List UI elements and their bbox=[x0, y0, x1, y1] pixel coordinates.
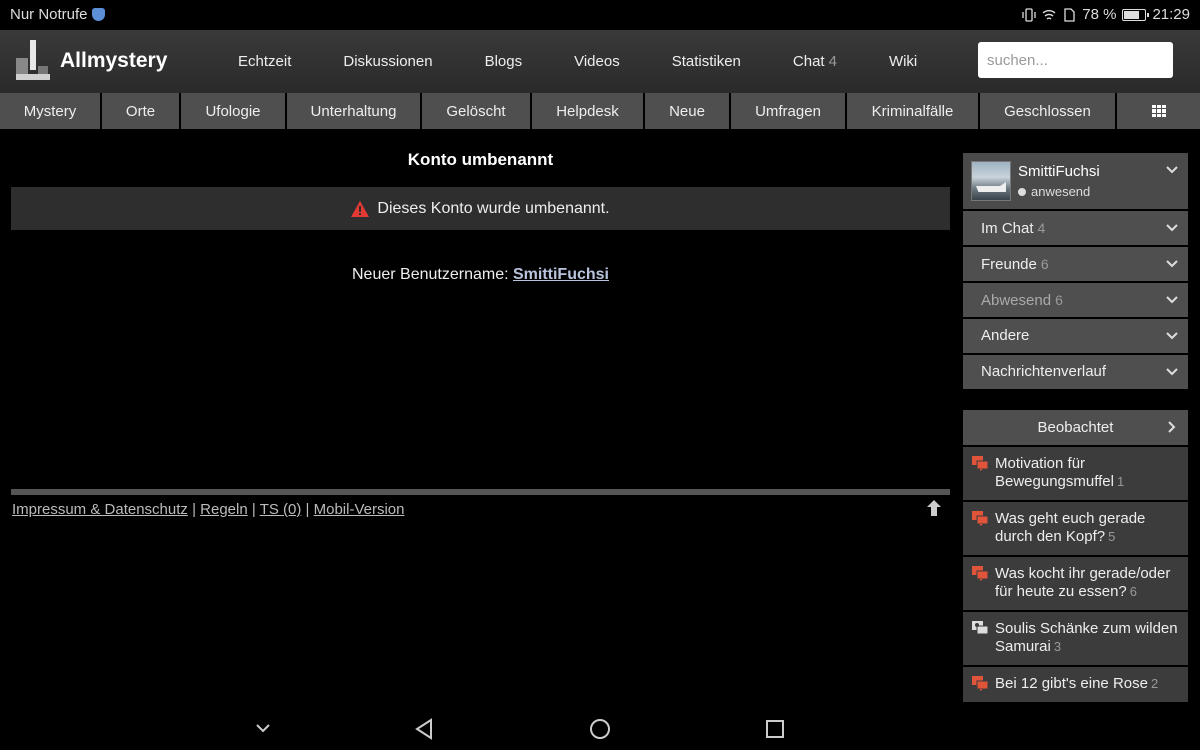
category-more[interactable] bbox=[1117, 93, 1200, 129]
nav-blogs[interactable]: Blogs bbox=[459, 53, 549, 70]
vibrate-icon bbox=[1022, 7, 1036, 22]
chevron-down-icon bbox=[1166, 332, 1178, 340]
category-umfragen[interactable]: Umfragen bbox=[731, 93, 847, 129]
search-input[interactable] bbox=[978, 42, 1173, 78]
user-sidebar: SmittiFuchsi anwesend Im Chat 4 Freunde 6 … bbox=[963, 153, 1188, 389]
status-bar: Nur Notrufe 78 % 21:29 bbox=[0, 0, 1200, 30]
sidebar-item-nachrichtenverlauf[interactable]: Nachrichtenverlauf bbox=[963, 355, 1188, 389]
nav-statistiken[interactable]: Statistiken bbox=[646, 53, 767, 70]
footer-link-mobil[interactable]: Mobil-Version bbox=[314, 501, 405, 518]
chevron-right-icon bbox=[1168, 421, 1176, 433]
watched-item[interactable]: Motivation für Bewegungsmuffel 1 bbox=[963, 447, 1188, 500]
discussion-icon bbox=[972, 566, 988, 581]
watched-header[interactable]: Beobachtet bbox=[963, 410, 1188, 445]
home-icon[interactable] bbox=[589, 718, 611, 740]
sidebar-item-freunde[interactable]: Freunde 6 bbox=[963, 247, 1188, 281]
alert-text: Dieses Konto wurde umbenannt. bbox=[377, 199, 610, 217]
nav-wiki[interactable]: Wiki bbox=[863, 53, 943, 70]
watched-item[interactable]: Was kocht ihr gerade/oder für heute zu e… bbox=[963, 557, 1188, 610]
user-panel[interactable]: SmittiFuchsi anwesend bbox=[963, 153, 1188, 209]
recent-apps-icon[interactable] bbox=[764, 718, 786, 740]
sim-icon bbox=[1064, 7, 1075, 22]
chevron-down-icon bbox=[1166, 260, 1178, 268]
footer-link-impressum[interactable]: Impressum & Datenschutz bbox=[12, 501, 188, 518]
warning-icon bbox=[351, 200, 370, 217]
sidebar-item-andere[interactable]: Andere bbox=[963, 319, 1188, 353]
battery-percent: 78 % bbox=[1082, 6, 1117, 23]
rename-alert: Dieses Konto wurde umbenannt. bbox=[11, 187, 950, 230]
footer-separator: | bbox=[192, 501, 196, 518]
category-ufologie[interactable]: Ufologie bbox=[181, 93, 287, 129]
category-mystery[interactable]: Mystery bbox=[0, 93, 102, 129]
android-nav-bar bbox=[0, 708, 1200, 750]
grid-menu-icon bbox=[1151, 105, 1166, 117]
brand-name[interactable]: Allmystery bbox=[60, 49, 167, 73]
watched-title: Beobachtet bbox=[1037, 419, 1114, 436]
category-unterhaltung[interactable]: Unterhaltung bbox=[287, 93, 422, 129]
footer-separator: | bbox=[305, 501, 310, 518]
discussion-icon bbox=[972, 511, 988, 526]
new-username-link[interactable]: SmittiFuchsi bbox=[513, 266, 609, 283]
category-geschlossen[interactable]: Geschlossen bbox=[980, 93, 1117, 129]
category-geloescht[interactable]: Gelöscht bbox=[422, 93, 532, 129]
category-bar: Mystery Orte Ufologie Unterhaltung Gelös… bbox=[0, 93, 1200, 129]
new-username-line: Neuer Benutzername: SmittiFuchsi bbox=[11, 266, 950, 284]
shield-icon bbox=[91, 8, 105, 21]
clock: 21:29 bbox=[1152, 6, 1190, 23]
chevron-down-icon[interactable] bbox=[1166, 166, 1178, 174]
allmystery-logo-icon[interactable] bbox=[16, 40, 50, 84]
watched-item[interactable]: Bei 12 gibt's eine Rose 2 bbox=[963, 667, 1188, 702]
watched-item[interactable]: Was geht euch gerade durch den Kopf? 5 bbox=[963, 502, 1188, 555]
new-username-label: Neuer Benutzername: bbox=[352, 266, 509, 283]
back-icon[interactable] bbox=[414, 718, 434, 740]
footer-link-ts[interactable]: TS (0) bbox=[260, 501, 302, 518]
sidebar-item-im-chat[interactable]: Im Chat 4 bbox=[963, 211, 1188, 245]
carrier-text: Nur Notrufe bbox=[10, 6, 88, 23]
collapse-down-icon[interactable] bbox=[254, 718, 272, 738]
nav-echtzeit[interactable]: Echtzeit bbox=[212, 53, 317, 70]
page-title: Konto umbenannt bbox=[407, 150, 554, 169]
nav-diskussionen[interactable]: Diskussionen bbox=[317, 53, 458, 70]
watched-panel: Beobachtet Motivation für Bewegungsmuffe… bbox=[963, 410, 1188, 702]
chevron-down-icon bbox=[1166, 368, 1178, 376]
nav-chat[interactable]: Chat 4 bbox=[767, 53, 863, 70]
sidebar-item-abwesend[interactable]: Abwesend 6 bbox=[963, 283, 1188, 317]
avatar[interactable] bbox=[971, 161, 1011, 201]
discussion-icon bbox=[972, 676, 988, 691]
site-header: Allmystery Echtzeit Diskussionen Blogs V… bbox=[0, 30, 1200, 93]
category-orte[interactable]: Orte bbox=[102, 93, 181, 129]
presence-status: anwesend bbox=[1018, 184, 1090, 199]
footer-links: Impressum & Datenschutz | Regeln | TS (0… bbox=[12, 501, 404, 518]
footer-divider bbox=[11, 489, 950, 495]
sidebar-username[interactable]: SmittiFuchsi bbox=[1018, 163, 1100, 180]
wifi-icon bbox=[1042, 9, 1056, 20]
category-neue[interactable]: Neue bbox=[645, 93, 731, 129]
chevron-down-icon bbox=[1166, 224, 1178, 232]
category-helpdesk[interactable]: Helpdesk bbox=[532, 93, 645, 129]
nav-videos[interactable]: Videos bbox=[548, 53, 646, 70]
chat-count: 4 bbox=[828, 53, 837, 70]
discussion-icon bbox=[972, 456, 988, 471]
group-discussion-icon bbox=[972, 621, 988, 635]
footer-separator: | bbox=[251, 501, 256, 518]
scroll-top-arrow-icon[interactable] bbox=[925, 499, 943, 517]
chevron-down-icon bbox=[1166, 296, 1178, 304]
watched-item[interactable]: Soulis Schänke zum wilden Samurai 3 bbox=[963, 612, 1188, 665]
footer-link-regeln[interactable]: Regeln bbox=[200, 501, 248, 518]
category-kriminalfaelle[interactable]: Kriminalfälle bbox=[847, 93, 980, 129]
status-dot-icon bbox=[1018, 187, 1026, 196]
battery-icon bbox=[1122, 8, 1150, 21]
main-nav: Echtzeit Diskussionen Blogs Videos Stati… bbox=[212, 30, 943, 93]
